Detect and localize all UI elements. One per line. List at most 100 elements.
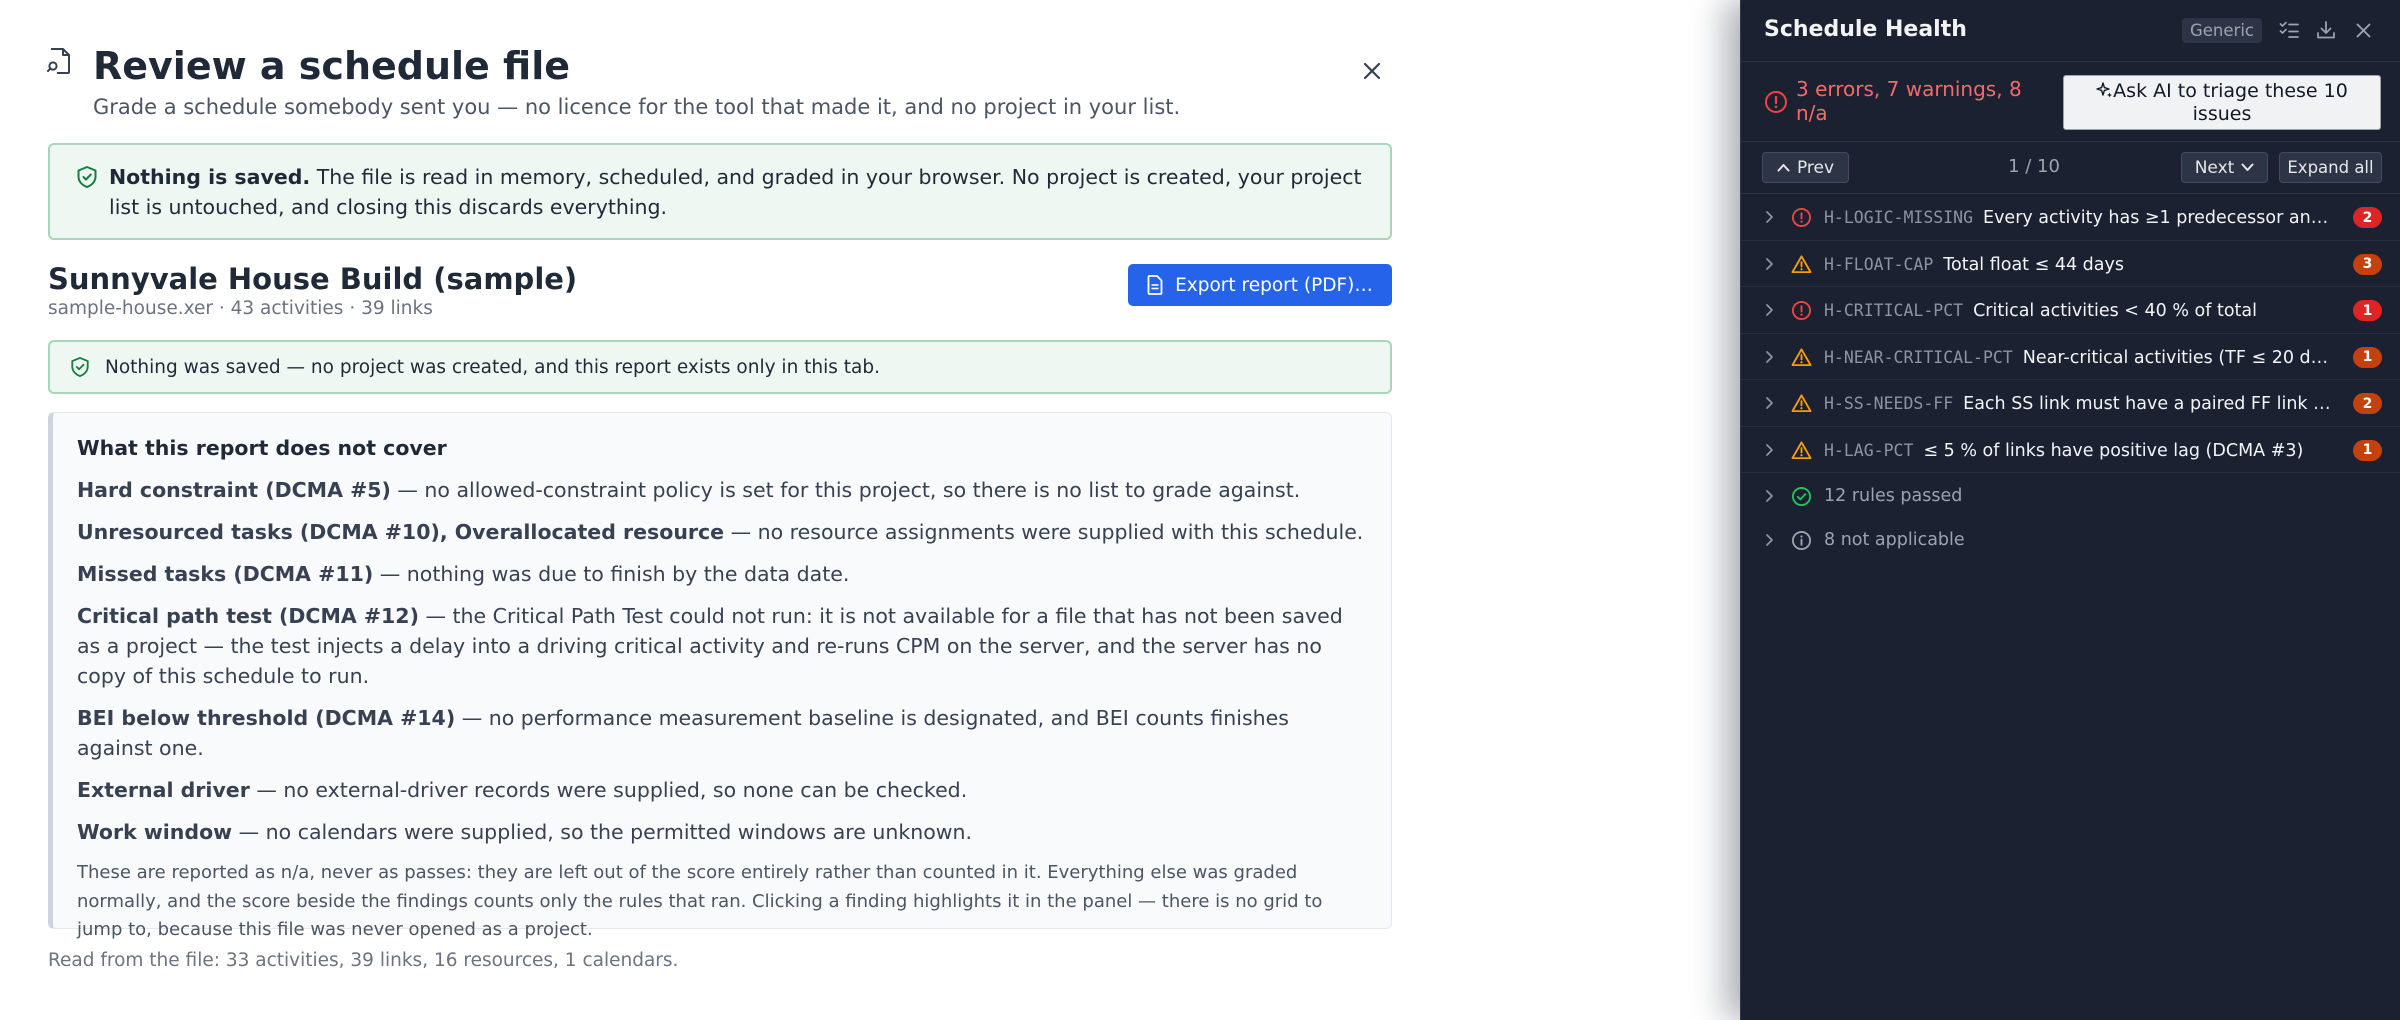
warning-icon [1791, 394, 1812, 413]
chevron-right-icon [1766, 304, 1773, 316]
issue-summary: 3 errors, 7 warnings, 8 n/a Ask AI to tr… [1741, 62, 2400, 142]
item-title: Missed tasks (DCMA #11) [77, 562, 374, 586]
export-report-button[interactable]: Export report (PDF)… [1128, 264, 1392, 306]
issue-counts: 3 errors, 7 warnings, 8 n/a [1796, 77, 2022, 125]
rule-code: H-LAG-PCT [1824, 440, 1914, 460]
item-text: — no external-driver records were suppli… [249, 778, 968, 802]
saved-notice: Nothing was saved — no project was creat… [48, 340, 1392, 394]
file-search-icon [47, 48, 70, 74]
rule-description: Every activity has ≥1 predecessor and ≥1… [1983, 208, 2332, 228]
download-button[interactable] [2315, 19, 2337, 41]
rule-code: H-SS-NEEDS-FF [1824, 394, 1954, 413]
rule-count-badge: 2 [2353, 393, 2382, 414]
not-covered-item: Critical path test (DCMA #12) — the Crit… [77, 601, 1365, 691]
document-icon [1147, 275, 1163, 295]
chevron-right-icon [1766, 397, 1773, 409]
not-covered-item: Unresourced tasks (DCMA #10), Overalloca… [77, 517, 1365, 547]
rule-count-badge: 1 [2353, 346, 2382, 368]
rule-code: H-FLOAT-CAP [1824, 254, 1934, 274]
rule-row[interactable]: H-SS-NEEDS-FF Each SS link must have a pa… [1741, 380, 2400, 427]
shield-check-icon [71, 356, 89, 377]
chevron-right-icon [1766, 211, 1773, 223]
not-applicable-label: 8 not applicable [1824, 530, 1965, 550]
close-button[interactable] [1357, 56, 1387, 86]
next-label: Next [2194, 157, 2235, 178]
not-covered-note: These are reported as n/a, never as pass… [77, 862, 1323, 940]
item-title: Unresourced tasks (DCMA #10), Overalloca… [77, 520, 725, 544]
panel-title: Schedule Health [1764, 17, 1967, 42]
project-meta: sample-house.xer · 43 activities · 39 li… [48, 298, 433, 319]
item-title: Critical path test (DCMA #12) [77, 604, 419, 628]
item-text: — no allowed-constraint policy is set fo… [390, 478, 1301, 502]
rule-row[interactable]: H-FLOAT-CAP Total float ≤ 44 days 3 [1741, 241, 2400, 287]
issue-counter: 1 / 10 [2008, 156, 2060, 177]
download-icon [2317, 21, 2335, 39]
expand-all-button[interactable]: Expand all [2279, 152, 2382, 183]
chevron-up-icon [1777, 164, 1790, 172]
checklist-icon [2279, 21, 2299, 38]
item-title: External driver [77, 778, 250, 802]
not-covered-item: BEI below threshold (DCMA #14) — no perf… [77, 703, 1365, 763]
panel-header: Schedule Health Generic [1741, 0, 2400, 62]
rule-count-badge: 2 [2353, 207, 2382, 228]
export-label: Export report (PDF)… [1175, 274, 1373, 296]
rules-passed-row[interactable]: 12 rules passed [1741, 473, 2400, 517]
ask-ai-triage-button[interactable]: Ask AI to triage these 10 issues [2063, 75, 2381, 130]
check-circle-icon [1792, 487, 1811, 506]
rule-count-badge: 3 [2353, 253, 2382, 275]
rule-count-badge: 1 [2353, 439, 2382, 461]
rule-row[interactable]: H-LAG-PCT ≤ 5 % of links have positive la… [1741, 427, 2400, 473]
checklist-button[interactable] [2278, 19, 2300, 41]
read-from-summary: Read from the file: 33 activities, 39 li… [48, 950, 679, 971]
rule-description: Each SS link must have a paired FF link … [1963, 394, 2332, 414]
notice-text: Nothing is saved. The file is read in me… [109, 162, 1368, 222]
not-covered-item: Hard constraint (DCMA #5) — no allowed-c… [77, 475, 1365, 505]
profile-badge[interactable]: Generic [2182, 18, 2262, 43]
next-button[interactable]: Next [2181, 152, 2268, 183]
ask-ai-label: Ask AI to triage these 10 issues [2113, 79, 2348, 125]
modal-title: Review a schedule file [93, 44, 571, 88]
item-text: — no resource assignments were supplied … [724, 520, 1364, 544]
rule-list: H-LOGIC-MISSING Every activity has ≥1 pre… [1741, 194, 2400, 561]
rule-row[interactable]: H-NEAR-CRITICAL-PCT Near-critical activit… [1741, 334, 2400, 380]
chevron-right-icon [1766, 257, 1773, 270]
warning-icon [1791, 347, 1812, 366]
prev-label: Prev [1796, 157, 1835, 178]
not-covered-item: Missed tasks (DCMA #11) — nothing was du… [77, 559, 1365, 589]
not-covered-heading: What this report does not cover [77, 436, 447, 460]
warning-icon [1791, 440, 1812, 459]
notice-bold: Nothing is saved. [109, 165, 311, 189]
chevron-right-icon [1766, 350, 1773, 363]
not-covered-item: External driver — no external-driver rec… [77, 775, 1365, 805]
schedule-health-panel: Schedule Health Generic 3 errors, 7 warn… [1740, 0, 2400, 1020]
rule-count-badge: 1 [2353, 300, 2382, 321]
rule-description: ≤ 5 % of links have positive lag (DCMA #… [1923, 440, 2304, 461]
chevron-right-icon [1766, 490, 1773, 502]
prev-button[interactable]: Prev [1762, 152, 1849, 183]
project-title: Sunnyvale House Build (sample) [48, 262, 578, 296]
item-text: — no calendars were supplied, so the per… [232, 820, 973, 844]
close-icon [1363, 62, 1381, 80]
item-text: — nothing was due to finish by the data … [373, 562, 850, 586]
rule-description: Near-critical activities (TF ≤ 20 d) ≤ 2… [2022, 347, 2332, 368]
rule-description: Critical activities < 40 % of total [1973, 301, 2258, 321]
saved-notice-text: Nothing was saved — no project was creat… [105, 356, 881, 378]
rule-row[interactable]: H-CRITICAL-PCT Critical activities < 40 %… [1741, 287, 2400, 334]
error-icon [1792, 208, 1811, 227]
chevron-right-icon [1766, 443, 1773, 456]
info-icon [1792, 531, 1811, 550]
item-title: BEI below threshold (DCMA #14) [77, 706, 456, 730]
chevron-right-icon [1766, 534, 1773, 546]
rules-passed-label: 12 rules passed [1824, 486, 1963, 506]
item-title: Hard constraint (DCMA #5) [77, 478, 391, 502]
error-icon [1792, 301, 1811, 320]
warning-icon [1791, 254, 1812, 273]
rule-row[interactable]: H-LOGIC-MISSING Every activity has ≥1 pre… [1741, 194, 2400, 241]
close-panel-button[interactable] [2352, 19, 2374, 41]
chevron-down-icon [2241, 163, 2254, 171]
nothing-saved-notice: Nothing is saved. The file is read in me… [48, 143, 1392, 240]
not-applicable-row[interactable]: 8 not applicable [1741, 517, 2400, 561]
alert-circle-icon [1765, 91, 1787, 113]
rule-description: Total float ≤ 44 days [1943, 254, 2124, 275]
not-covered-section: What this report does not cover Hard con… [48, 412, 1392, 940]
